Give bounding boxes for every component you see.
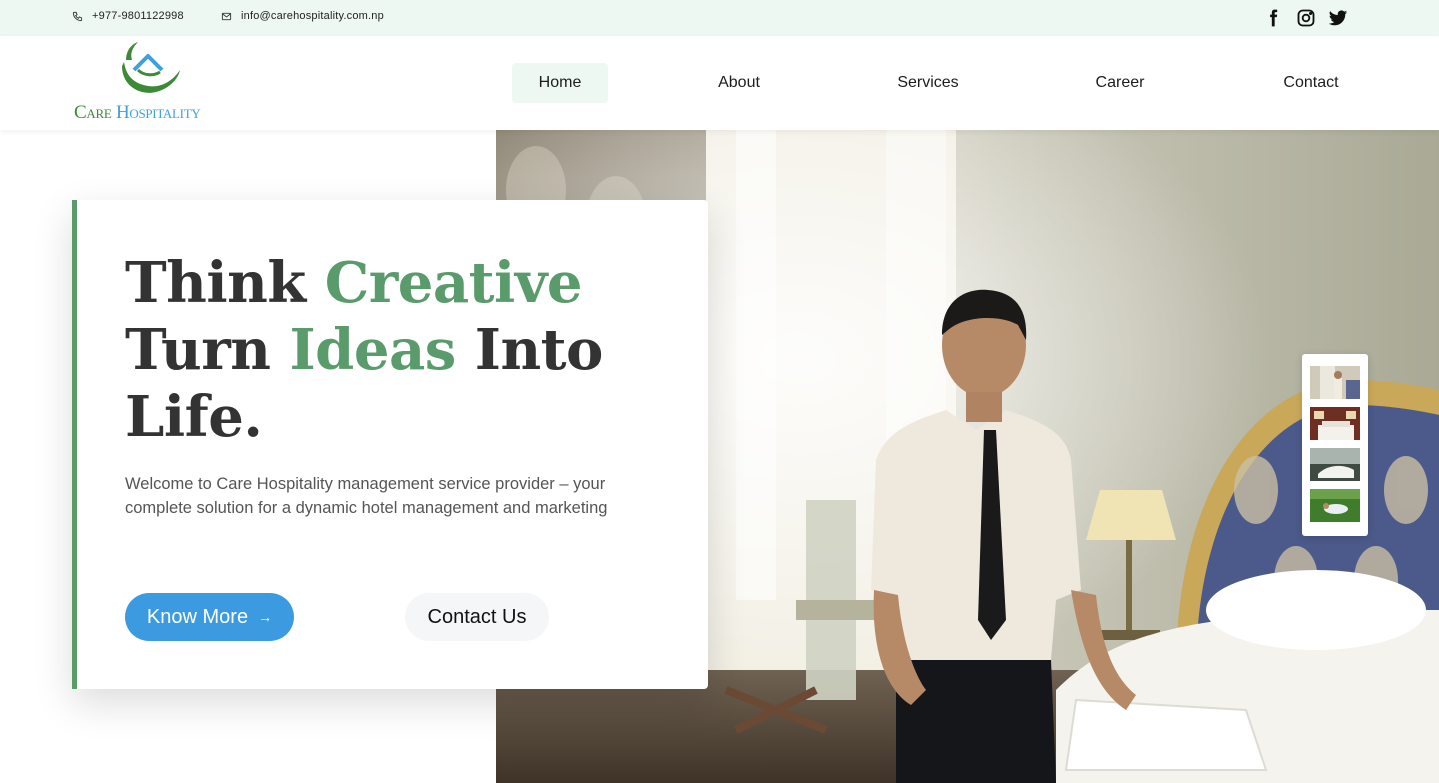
thumbnail-3-image (1310, 448, 1360, 481)
thumbnail-3[interactable] (1310, 448, 1360, 481)
facebook-link[interactable] (1262, 7, 1284, 29)
thumbnail-2[interactable] (1310, 407, 1360, 440)
main-header: Care Hospitality Home About Services Car… (0, 36, 1439, 130)
email-contact[interactable]: info@carehospitality.com.np (221, 10, 384, 22)
nav-contact[interactable]: Contact (1266, 63, 1356, 103)
headline-word-ideas: Ideas (289, 317, 456, 383)
hero-welcome-text: Welcome to Care Hospitality management s… (125, 475, 608, 517)
top-bar: +977-9801122998 info@carehospitality.com… (0, 0, 1439, 36)
instagram-icon (1297, 9, 1315, 27)
logo-wordmark: Care Hospitality (74, 102, 201, 124)
contact-us-button[interactable]: Contact Us (405, 593, 549, 641)
thumbnail-4-image (1310, 489, 1360, 522)
logo-house-icon (122, 42, 180, 93)
logo-word-care: Care (74, 102, 112, 123)
headline-word-think: Think (125, 250, 306, 316)
phone-icon (72, 11, 83, 21)
facebook-icon (1270, 9, 1278, 27)
phone-number: +977-9801122998 (92, 10, 184, 22)
nav-about[interactable]: About (700, 63, 778, 103)
email-address: info@carehospitality.com.np (241, 10, 384, 22)
thumbnail-2-image (1310, 407, 1360, 440)
nav-career[interactable]: Career (1080, 63, 1160, 103)
thumbnail-1-image (1310, 366, 1360, 399)
nav-home[interactable]: Home (512, 63, 608, 103)
logo-word-hospitality: Hospitality (115, 102, 201, 123)
know-more-button[interactable]: Know More → (125, 593, 294, 641)
mail-icon (221, 12, 232, 20)
instagram-link[interactable] (1295, 7, 1317, 29)
arrow-right-icon: → (258, 609, 273, 625)
hero-card: Think Creative Turn Ideas Into Life. Wel… (72, 200, 708, 689)
twitter-link[interactable] (1327, 7, 1349, 29)
slide-thumbnails (1302, 354, 1368, 536)
thumbnail-1[interactable] (1310, 366, 1360, 399)
headline-word-creative: Creative (324, 250, 583, 316)
thumbnail-4[interactable] (1310, 489, 1360, 522)
headline-word-turn: Turn (125, 317, 271, 383)
site-logo[interactable]: Care Hospitality (74, 40, 224, 126)
nav-services[interactable]: Services (880, 63, 976, 103)
hero-headline: Think Creative Turn Ideas Into Life. (125, 250, 645, 451)
headline-word-life: Life. (125, 384, 263, 450)
phone-contact[interactable]: +977-9801122998 (72, 10, 184, 22)
twitter-icon (1328, 10, 1348, 26)
headline-word-into: Into (474, 317, 604, 383)
know-more-label: Know More (146, 605, 249, 628)
